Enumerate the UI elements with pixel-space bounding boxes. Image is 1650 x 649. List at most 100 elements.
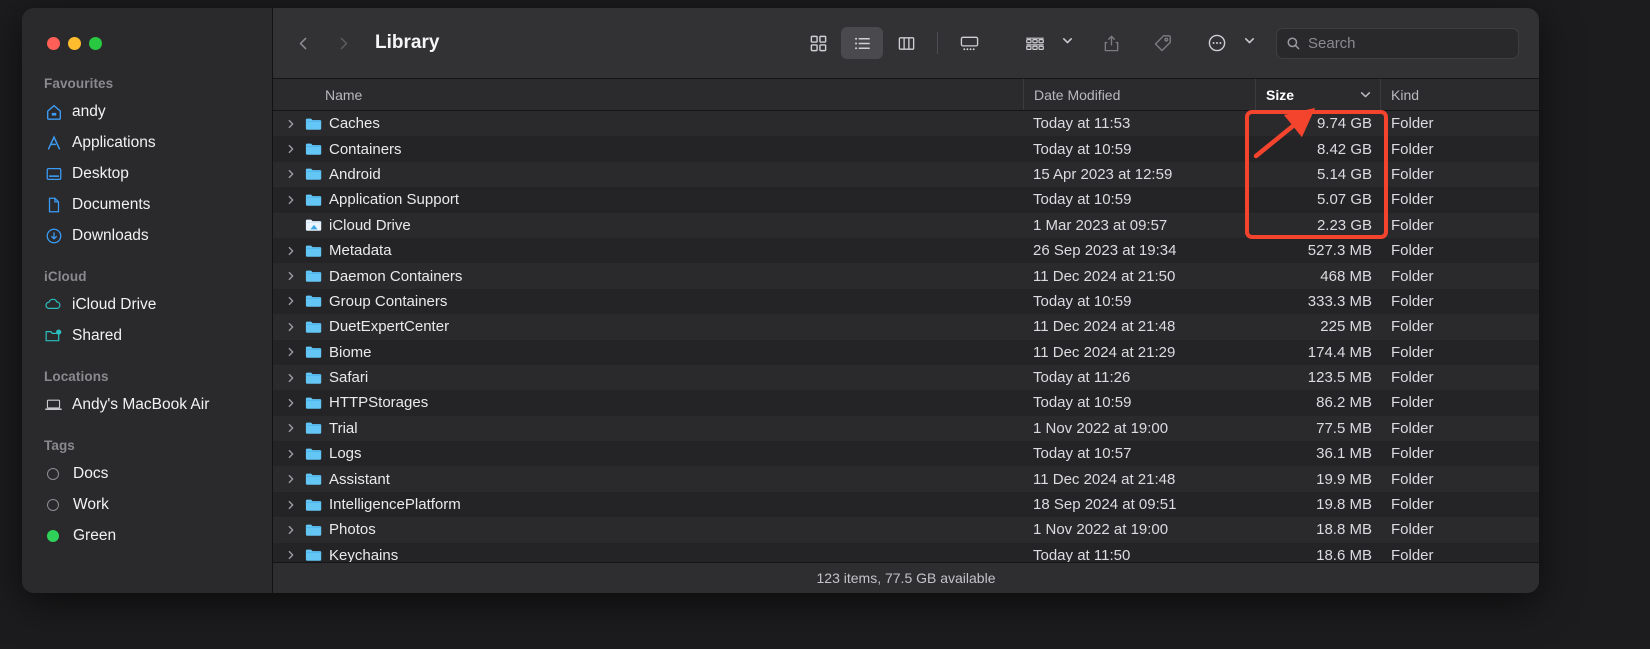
- disclosure-chevron-right-icon[interactable]: [283, 449, 299, 459]
- table-row[interactable]: Keychains Today at 11:50 18.6 MB Folder: [273, 542, 1539, 562]
- disclosure-chevron-right-icon[interactable]: [283, 347, 299, 357]
- table-row[interactable]: Containers Today at 10:59 8.42 GB Folder: [273, 136, 1539, 162]
- folder-icon: [305, 470, 323, 488]
- disclosure-chevron-right-icon[interactable]: [283, 144, 299, 154]
- disclosure-chevron-right-icon[interactable]: [283, 271, 299, 281]
- folder-icon: [305, 546, 323, 562]
- table-row[interactable]: Trial 1 Nov 2022 at 19:00 77.5 MB Folder: [273, 415, 1539, 442]
- sidebar-item-label: Applications: [72, 133, 156, 151]
- disclosure-chevron-right-icon[interactable]: [283, 119, 299, 129]
- shared-folder-icon: [44, 326, 63, 345]
- more-actions-button[interactable]: [1196, 27, 1256, 59]
- icon-view-button[interactable]: [797, 27, 839, 59]
- applications-icon: [44, 133, 63, 152]
- table-row[interactable]: Assistant 11 Dec 2024 at 21:48 19.9 MB Fold…: [273, 466, 1539, 492]
- file-name-cell[interactable]: iCloud Drive: [273, 216, 1023, 234]
- tag-dot-icon: [47, 498, 59, 511]
- file-date-modified-cell: 11 Dec 2024 at 21:48: [1033, 318, 1176, 336]
- file-size-cell: 9.74 GB: [1316, 115, 1372, 133]
- sidebar-item-andys-macbook-air[interactable]: Andy's MacBook Air: [22, 389, 262, 420]
- file-name-cell[interactable]: Photos: [273, 521, 1023, 539]
- table-row[interactable]: Android 15 Apr 2023 at 12:59 5.14 GB Folder: [273, 161, 1539, 188]
- table-row[interactable]: Group Containers Today at 10:59 333.3 MB Fo…: [273, 288, 1539, 315]
- file-name-cell[interactable]: Safari: [273, 369, 1023, 387]
- list-view-button[interactable]: [841, 27, 883, 59]
- table-row[interactable]: Logs Today at 10:57 36.1 MB Folder: [273, 441, 1539, 467]
- file-name-cell[interactable]: Biome: [273, 343, 1023, 361]
- search-field[interactable]: Search: [1276, 27, 1519, 59]
- tags-button[interactable]: [1142, 27, 1184, 59]
- table-row[interactable]: Safari Today at 11:26 123.5 MB Folder: [273, 364, 1539, 391]
- file-name-cell[interactable]: Keychains: [273, 546, 1023, 562]
- column-header-date-modified[interactable]: Date Modified: [1023, 79, 1255, 110]
- sidebar-item-applications[interactable]: Applications: [22, 127, 262, 158]
- file-name-cell[interactable]: Containers: [273, 140, 1023, 158]
- file-kind-cell: Folder: [1391, 165, 1434, 183]
- forward-button[interactable]: [329, 29, 357, 57]
- file-name-cell[interactable]: IntelligencePlatform: [273, 496, 1023, 514]
- group-by-button[interactable]: [1014, 27, 1074, 59]
- disclosure-chevron-right-icon[interactable]: [283, 525, 299, 535]
- disclosure-chevron-right-icon[interactable]: [283, 373, 299, 383]
- sidebar-item-downloads[interactable]: Downloads: [22, 220, 262, 251]
- file-date-modified-cell: Today at 11:26: [1033, 369, 1131, 387]
- disclosure-chevron-right-icon[interactable]: [283, 398, 299, 408]
- share-button[interactable]: [1090, 27, 1132, 59]
- sidebar-item-label: Andy's MacBook Air: [72, 395, 210, 413]
- column-header-size[interactable]: Size: [1255, 79, 1380, 110]
- table-row[interactable]: Metadata 26 Sep 2023 at 19:34 527.3 MB Fold…: [273, 237, 1539, 264]
- file-name-cell[interactable]: Android: [273, 165, 1023, 183]
- table-row[interactable]: Application Support Today at 10:59 5.07 GB…: [273, 187, 1539, 213]
- file-name-cell[interactable]: Metadata: [273, 242, 1023, 260]
- file-kind-cell: Folder: [1391, 521, 1434, 539]
- file-name-label: Android: [329, 165, 381, 183]
- disclosure-chevron-right-icon[interactable]: [283, 296, 299, 306]
- table-row[interactable]: IntelligencePlatform 18 Sep 2024 at 09:51…: [273, 491, 1539, 518]
- sidebar-item-documents[interactable]: Documents: [22, 189, 262, 220]
- column-view-button[interactable]: [885, 27, 927, 59]
- file-name-cell[interactable]: Caches: [273, 115, 1023, 133]
- file-name-cell[interactable]: Daemon Containers: [273, 267, 1023, 285]
- sidebar-item-tag-green[interactable]: Green: [22, 520, 262, 551]
- sidebar-item-andy[interactable]: andy: [22, 96, 262, 127]
- table-row[interactable]: Caches Today at 11:53 9.74 GB Folder: [273, 111, 1539, 137]
- table-row[interactable]: Daemon Containers 11 Dec 2024 at 21:50 468…: [273, 263, 1539, 289]
- disclosure-chevron-right-icon[interactable]: [283, 474, 299, 484]
- disclosure-chevron-right-icon[interactable]: [283, 169, 299, 179]
- sidebar-item-shared[interactable]: Shared: [22, 320, 262, 351]
- file-name-cell[interactable]: Assistant: [273, 470, 1023, 488]
- file-name-cell[interactable]: Logs: [273, 445, 1023, 463]
- table-row[interactable]: iCloud Drive 1 Mar 2023 at 09:57 2.23 GB Fo…: [273, 212, 1539, 238]
- sidebar-item-tag-docs[interactable]: Docs: [22, 458, 262, 489]
- table-row[interactable]: Photos 1 Nov 2022 at 19:00 18.8 MB Folder: [273, 517, 1539, 543]
- disclosure-chevron-right-icon[interactable]: [283, 550, 299, 560]
- sidebar-section-title-tags: Tags: [44, 438, 75, 453]
- disclosure-chevron-right-icon[interactable]: [283, 500, 299, 510]
- minimize-window-button[interactable]: [68, 37, 81, 50]
- gallery-view-button[interactable]: [948, 27, 990, 59]
- file-kind-cell: Folder: [1391, 419, 1434, 437]
- disclosure-chevron-right-icon[interactable]: [283, 423, 299, 433]
- disclosure-chevron-right-icon[interactable]: [283, 195, 299, 205]
- close-window-button[interactable]: [47, 37, 60, 50]
- zoom-window-button[interactable]: [89, 37, 102, 50]
- table-row[interactable]: HTTPStorages Today at 10:59 86.2 MB Folder: [273, 390, 1539, 416]
- sidebar-item-desktop[interactable]: Desktop: [22, 158, 262, 189]
- table-row[interactable]: DuetExpertCenter 11 Dec 2024 at 21:48 225 …: [273, 314, 1539, 340]
- sidebar-item-icloud-drive[interactable]: iCloud Drive: [22, 289, 262, 320]
- back-button[interactable]: [289, 29, 317, 57]
- file-list[interactable]: Caches Today at 11:53 9.74 GB Folder Contain…: [273, 111, 1539, 562]
- table-row[interactable]: Biome 11 Dec 2024 at 21:29 174.4 MB Folder: [273, 339, 1539, 365]
- file-name-cell[interactable]: DuetExpertCenter: [273, 318, 1023, 336]
- file-name-cell[interactable]: HTTPStorages: [273, 394, 1023, 412]
- file-name-cell[interactable]: Group Containers: [273, 292, 1023, 310]
- sidebar-item-tag-work[interactable]: Work: [22, 489, 262, 520]
- file-size-cell: 18.6 MB: [1316, 546, 1372, 562]
- disclosure-chevron-right-icon[interactable]: [283, 246, 299, 256]
- column-header-kind[interactable]: Kind: [1380, 79, 1539, 110]
- column-header-name[interactable]: Name: [273, 87, 1023, 103]
- file-name-cell[interactable]: Application Support: [273, 191, 1023, 209]
- file-date-modified-cell: 11 Dec 2024 at 21:29: [1033, 343, 1176, 361]
- disclosure-chevron-right-icon[interactable]: [283, 322, 299, 332]
- file-name-cell[interactable]: Trial: [273, 419, 1023, 437]
